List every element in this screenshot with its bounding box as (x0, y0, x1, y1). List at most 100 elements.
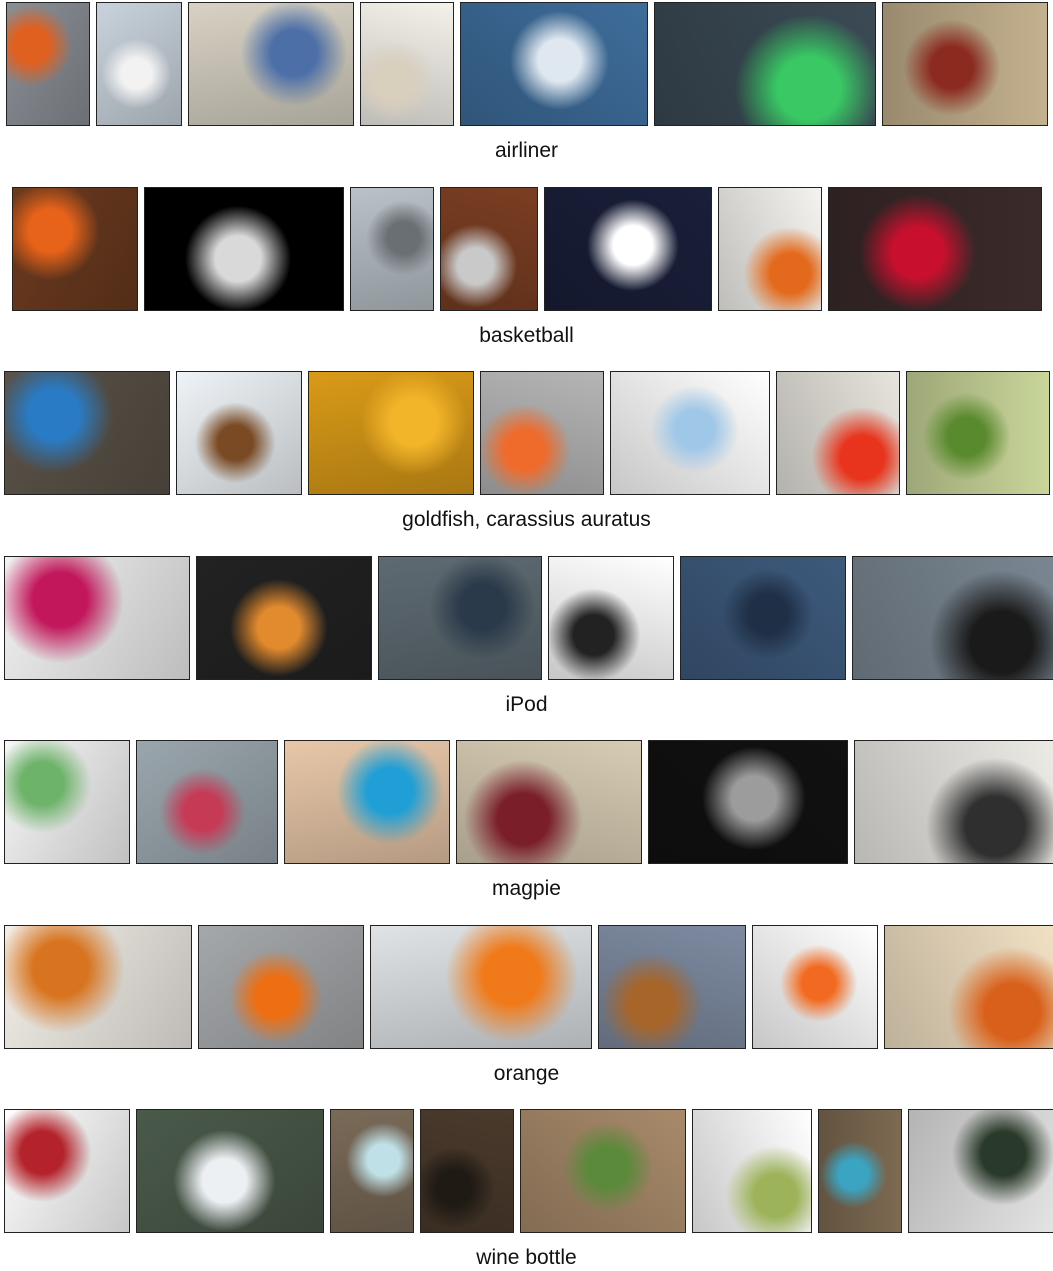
image-thumbnail (456, 740, 642, 864)
image-thumbnail (818, 1109, 902, 1233)
image-thumbnail (136, 1109, 324, 1233)
image-thumbnail (718, 187, 822, 311)
image-thumbnail (4, 1109, 130, 1233)
image-thumbnail (4, 925, 192, 1049)
image-thumbnail (6, 2, 90, 126)
photo-placeholder (7, 3, 89, 125)
photo-placeholder (655, 3, 875, 125)
photo-placeholder (719, 188, 821, 310)
image-thumbnail (198, 925, 364, 1049)
image-thumbnail (884, 925, 1053, 1049)
photo-placeholder (5, 1110, 129, 1232)
photo-placeholder (285, 741, 449, 863)
photo-placeholder (819, 1110, 901, 1232)
photo-placeholder (379, 557, 541, 679)
image-thumbnail (188, 2, 354, 126)
photo-placeholder (549, 557, 673, 679)
category-label: iPod (505, 693, 548, 716)
image-thumbnail (284, 740, 450, 864)
image-thumbnail (12, 187, 138, 311)
image-thumbnail (480, 371, 604, 495)
photo-placeholder (649, 741, 847, 863)
image-thumbnail (752, 925, 878, 1049)
image-thumbnail (4, 556, 190, 680)
photo-placeholder (197, 557, 371, 679)
image-thumbnail (654, 2, 876, 126)
image-thumbnail (144, 187, 344, 311)
category-label: wine bottle (476, 1246, 577, 1269)
photo-placeholder (909, 1110, 1053, 1232)
photo-placeholder (855, 741, 1053, 863)
photo-placeholder (5, 557, 189, 679)
category-label: basketball (479, 324, 574, 347)
photo-placeholder (599, 926, 745, 1048)
image-thumbnail (776, 371, 900, 495)
image-thumbnail (548, 556, 674, 680)
photo-placeholder (309, 372, 473, 494)
image-thumbnail (136, 740, 278, 864)
image-thumbnail (440, 187, 538, 311)
photo-placeholder (13, 188, 137, 310)
photo-placeholder (145, 188, 343, 310)
image-thumbnail (308, 371, 474, 495)
photo-placeholder (189, 3, 353, 125)
image-thumbnail (828, 187, 1042, 311)
image-thumbnail (176, 371, 302, 495)
image-thumbnail (460, 2, 648, 126)
photo-placeholder (5, 741, 129, 863)
photo-placeholder (137, 1110, 323, 1232)
photo-placeholder (371, 926, 591, 1048)
photo-placeholder (907, 372, 1049, 494)
photo-placeholder (611, 372, 769, 494)
image-thumbnail (610, 371, 770, 495)
photo-placeholder (693, 1110, 811, 1232)
photo-placeholder (521, 1110, 685, 1232)
photo-placeholder (137, 741, 277, 863)
image-thumbnail (196, 556, 372, 680)
photo-placeholder (199, 926, 363, 1048)
image-thumbnail (370, 925, 592, 1049)
photo-placeholder (361, 3, 453, 125)
photo-placeholder (681, 557, 845, 679)
image-thumbnail (520, 1109, 686, 1233)
photo-placeholder (331, 1110, 413, 1232)
image-thumbnail (852, 556, 1053, 680)
photo-placeholder (5, 372, 169, 494)
photo-placeholder (545, 188, 711, 310)
photo-placeholder (829, 188, 1041, 310)
image-thumbnail (882, 2, 1048, 126)
image-thumbnail (680, 556, 846, 680)
photo-placeholder (753, 926, 877, 1048)
image-thumbnail (96, 2, 182, 126)
image-thumbnail (692, 1109, 812, 1233)
photo-placeholder (883, 3, 1047, 125)
image-thumbnail (350, 187, 434, 311)
photo-placeholder (5, 926, 191, 1048)
photo-placeholder (853, 557, 1053, 679)
photo-placeholder (441, 188, 537, 310)
image-thumbnail (906, 371, 1050, 495)
image-thumbnail (598, 925, 746, 1049)
photo-placeholder (481, 372, 603, 494)
category-label: airliner (494, 139, 559, 162)
image-thumbnail (420, 1109, 514, 1233)
photo-placeholder (461, 3, 647, 125)
photo-placeholder (885, 926, 1053, 1048)
photo-placeholder (777, 372, 899, 494)
photo-placeholder (457, 741, 641, 863)
image-thumbnail (330, 1109, 414, 1233)
image-thumbnail (854, 740, 1053, 864)
image-thumbnail (544, 187, 712, 311)
image-thumbnail (378, 556, 542, 680)
image-thumbnail (360, 2, 454, 126)
category-label: orange (493, 1062, 560, 1085)
image-thumbnail (648, 740, 848, 864)
category-label: magpie (492, 877, 561, 900)
photo-placeholder (421, 1110, 513, 1232)
photo-placeholder (97, 3, 181, 125)
image-thumbnail (908, 1109, 1053, 1233)
photo-placeholder (351, 188, 433, 310)
category-label: goldfish, carassius auratus (402, 508, 651, 531)
image-thumbnail (4, 740, 130, 864)
photo-placeholder (177, 372, 301, 494)
